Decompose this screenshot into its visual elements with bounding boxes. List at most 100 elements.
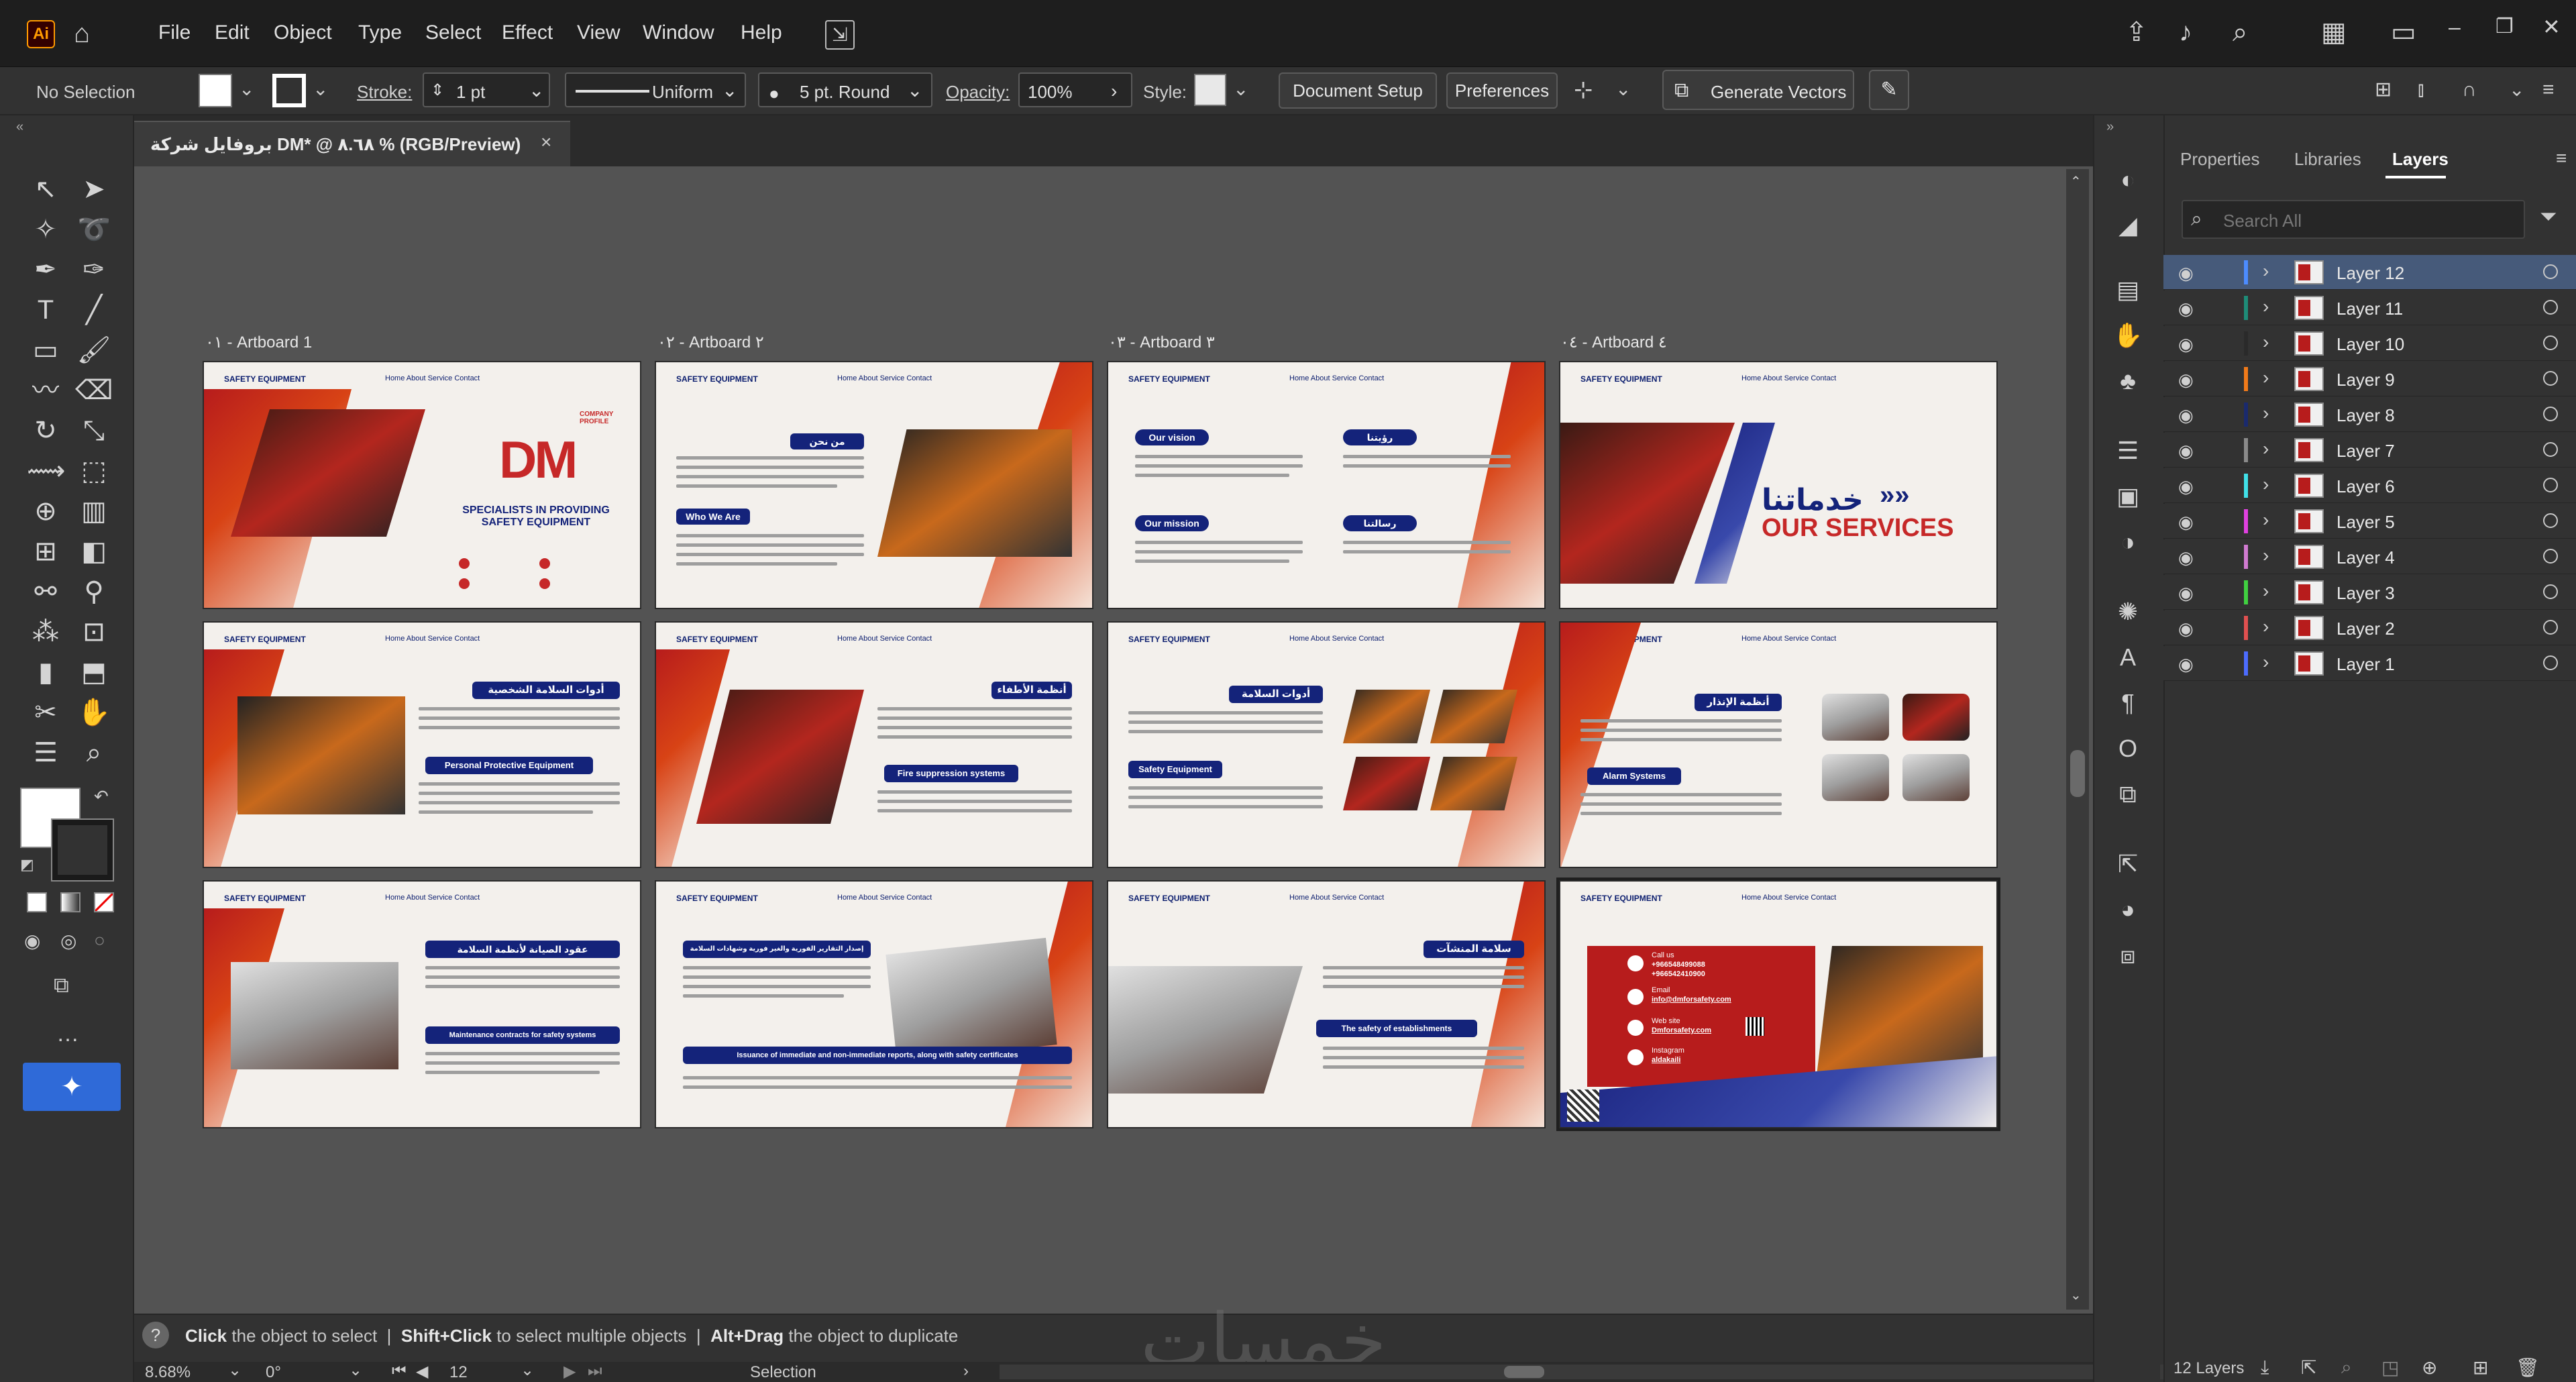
align-dropdown-icon[interactable]: ⌄	[1615, 78, 1631, 100]
type-tool-icon[interactable]: T	[27, 291, 64, 329]
stroke-dropdown-icon[interactable]: ⌄	[313, 78, 328, 100]
layer-row[interactable]: ◉ › Layer 8	[2163, 397, 2576, 432]
gradient-panel-icon[interactable]: ▣	[2108, 476, 2148, 517]
appearance-panel-icon[interactable]: ◐	[2108, 160, 2148, 200]
artboard-3[interactable]: SAFETY EQUIPMENT Home About Service Cont…	[1107, 361, 1546, 609]
fill-dropdown-icon[interactable]: ⌄	[239, 78, 254, 100]
document-setup-button[interactable]: Document Setup	[1279, 72, 1437, 109]
layer-name[interactable]: Layer 8	[2337, 405, 2395, 426]
zoom-level[interactable]: 8.68%	[145, 1363, 191, 1382]
layer-target-icon[interactable]	[2543, 335, 2558, 350]
paragraph-panel-icon[interactable]: ¶	[2108, 683, 2148, 723]
preferences-button[interactable]: Preferences	[1446, 72, 1558, 109]
layer-target-icon[interactable]	[2543, 371, 2558, 386]
expand-chevron-icon[interactable]: ›	[2263, 651, 2269, 673]
restore-icon[interactable]: ❐	[2496, 13, 2514, 40]
artboard-tool-icon[interactable]: ⬒	[75, 653, 113, 691]
artboard-label-3[interactable]: ٠٣ - Artboard ٣	[1108, 333, 1215, 352]
gradient-mode-icon[interactable]	[60, 892, 80, 912]
character-panel-icon[interactable]: A	[2108, 637, 2148, 678]
draw-normal-icon[interactable]: ◉	[24, 930, 40, 952]
vertical-scroll-thumb[interactable]	[2070, 750, 2085, 797]
layer-name[interactable]: Layer 3	[2337, 583, 2395, 604]
artboard-number[interactable]: 12	[449, 1363, 468, 1382]
expand-chevron-icon[interactable]: ›	[2263, 616, 2269, 637]
search-icon[interactable]: ⌕	[2233, 19, 2247, 46]
bell-icon[interactable]: ♪	[2179, 19, 2192, 46]
tab-layers[interactable]: Layers	[2392, 149, 2449, 170]
layer-target-icon[interactable]	[2543, 513, 2558, 528]
distribute-icon[interactable]: ⫾	[2418, 76, 2424, 103]
color-panel-icon[interactable]: ✺	[2108, 592, 2148, 632]
menu-view[interactable]: View	[577, 21, 620, 44]
new-layer-icon[interactable]: ⊞	[2473, 1357, 2488, 1379]
style-swatch[interactable]	[1194, 74, 1226, 106]
artboard-dropdown-icon[interactable]: ⌄	[521, 1361, 534, 1380]
new-sublayer-icon[interactable]: ⊕	[2422, 1357, 2437, 1379]
layer-name[interactable]: Layer 10	[2337, 334, 2404, 355]
stroke-weight-dropdown-icon[interactable]: ⌄	[529, 79, 544, 101]
live-paint-tool-icon[interactable]: ⊡	[75, 613, 113, 651]
brushes-panel-icon[interactable]: ✋	[2108, 315, 2148, 356]
menu-edit[interactable]: Edit	[215, 21, 250, 44]
magic-wand-tool-icon[interactable]: ✧	[27, 211, 64, 248]
help-icon[interactable]: ?	[142, 1322, 169, 1348]
selection-tool-icon[interactable]: ↖	[27, 170, 64, 208]
fill-swatch[interactable]	[199, 74, 232, 107]
transform-icon[interactable]: ∩	[2462, 76, 2477, 103]
layer-row[interactable]: ◉ › Layer 2	[2163, 610, 2576, 645]
stroke-swatch[interactable]	[272, 74, 306, 107]
prev-artboard-icon[interactable]: ◀	[416, 1362, 428, 1381]
visibility-eye-icon[interactable]: ◉	[2178, 547, 2194, 568]
default-colors-icon[interactable]: ◩	[20, 856, 34, 873]
profile-dropdown-icon[interactable]: ⌄	[722, 79, 737, 101]
share-icon[interactable]: ⇪	[2125, 19, 2148, 46]
close-tab-icon[interactable]: ×	[541, 131, 551, 153]
layer-row[interactable]: ◉ › Layer 1	[2163, 646, 2576, 681]
layer-row[interactable]: ◉ › Layer 10	[2163, 326, 2576, 361]
visibility-eye-icon[interactable]: ◉	[2178, 583, 2194, 604]
symbols-panel-icon[interactable]: ▤	[2108, 270, 2148, 310]
layer-target-icon[interactable]	[2543, 620, 2558, 635]
artboard-7[interactable]: SAFETY EQUIPMENT Home About Service Cont…	[1107, 621, 1546, 868]
opacity-arrow-icon[interactable]: ›	[1111, 81, 1117, 102]
artboard-label-1[interactable]: ٠١ - Artboard 1	[205, 333, 312, 352]
expand-chevron-icon[interactable]: ›	[2263, 580, 2269, 602]
shaper-tool-icon[interactable]: 〰	[27, 372, 64, 409]
artboard-8[interactable]: SAFETY EQUIPMENT Home About Service Cont…	[1559, 621, 1998, 868]
document-tab[interactable]: بروفايل شركة DM* @ ٨.٦٨ % (RGB/Preview) …	[134, 121, 570, 166]
minimize-icon[interactable]: –	[2449, 13, 2461, 40]
menu-object[interactable]: Object	[274, 21, 332, 44]
visibility-eye-icon[interactable]: ◉	[2178, 654, 2194, 675]
layer-row[interactable]: ◉ › Layer 3	[2163, 575, 2576, 610]
grid-icon[interactable]: ⊞	[2375, 76, 2392, 103]
artboard-4[interactable]: SAFETY EQUIPMENT Home About Service Cont…	[1559, 361, 1998, 609]
direct-selection-tool-icon[interactable]: ➤	[75, 170, 113, 208]
eraser-tool-icon[interactable]: ⌫	[75, 372, 113, 409]
menu-effect[interactable]: Effect	[502, 21, 553, 44]
rotation-value[interactable]: 0°	[266, 1363, 281, 1382]
layer-row[interactable]: ◉ › Layer 9	[2163, 362, 2576, 396]
layer-name[interactable]: Layer 7	[2337, 441, 2395, 462]
artboard-11[interactable]: SAFETY EQUIPMENT Home About Service Cont…	[1107, 880, 1546, 1128]
generate-vectors-button[interactable]: ⧉ Generate Vectors	[1662, 70, 1854, 110]
expand-chevron-icon[interactable]: ›	[2263, 545, 2269, 566]
layer-target-icon[interactable]	[2543, 655, 2558, 670]
layer-name[interactable]: Layer 5	[2337, 512, 2395, 533]
stroke-weight-input[interactable]: ⇕ 1 pt ⌄	[423, 72, 550, 107]
stroke-panel-icon[interactable]: ☰	[2108, 431, 2148, 471]
column-graph-tool-icon[interactable]: ▮	[27, 653, 64, 691]
last-artboard-icon[interactable]: ⏭	[588, 1362, 602, 1381]
next-artboard-icon[interactable]: ▶	[564, 1362, 576, 1381]
layer-row[interactable]: ◉ › Layer 12	[2163, 255, 2576, 290]
color-mode-icon[interactable]	[27, 892, 47, 912]
hand-tool-icon[interactable]: ✋	[75, 694, 113, 731]
zoom-tool-icon[interactable]: ⌕	[75, 734, 113, 772]
transparency-panel-icon[interactable]: ◑	[2108, 522, 2148, 562]
artboard-6[interactable]: SAFETY EQUIPMENT Home About Service Cont…	[655, 621, 1093, 868]
layer-name[interactable]: Layer 11	[2337, 299, 2403, 319]
tab-libraries[interactable]: Libraries	[2294, 149, 2361, 170]
visibility-eye-icon[interactable]: ◉	[2178, 619, 2194, 639]
rectangle-tool-icon[interactable]: ▭	[27, 331, 64, 369]
layer-name[interactable]: Layer 1	[2337, 654, 2395, 675]
